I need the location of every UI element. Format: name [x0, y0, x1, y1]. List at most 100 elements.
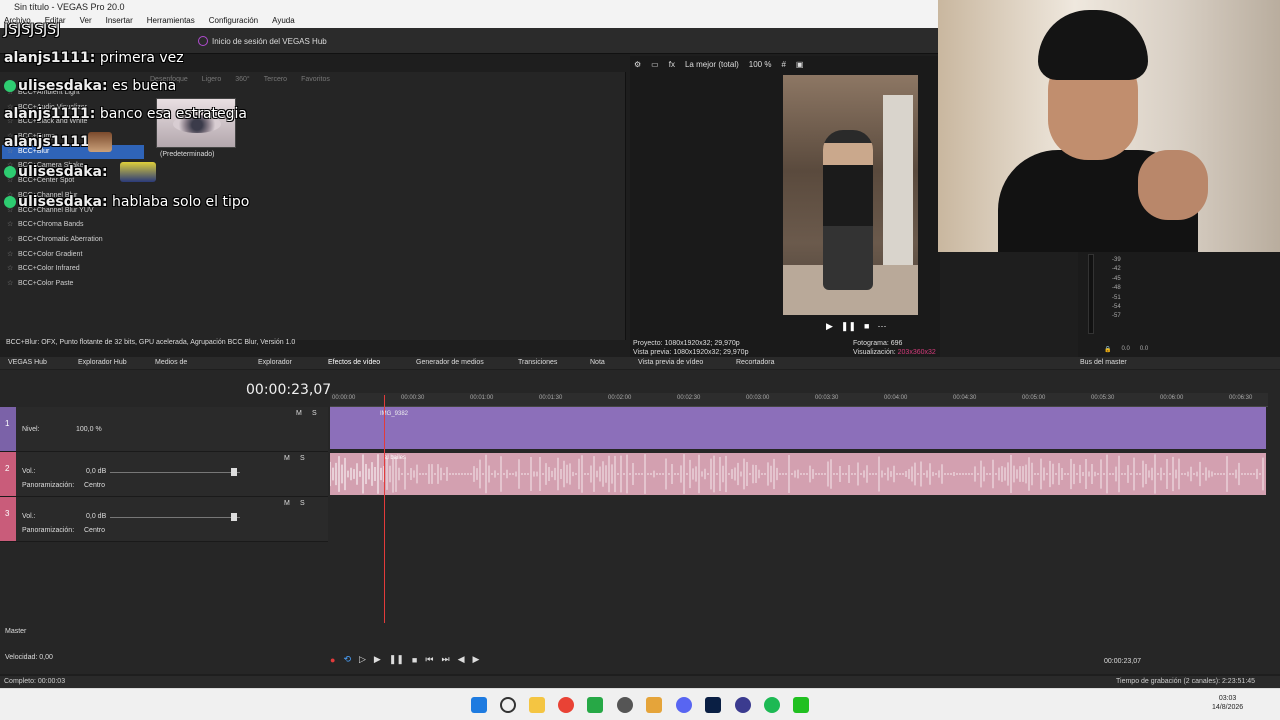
search-icon[interactable]	[500, 697, 516, 713]
effect-item[interactable]: BCC+Color Infrared	[2, 262, 144, 277]
playhead-cursor[interactable]	[384, 395, 385, 623]
preview-quality-dropdown[interactable]: La mejor (total)	[685, 60, 739, 69]
stop-icon[interactable]: ■	[412, 655, 417, 665]
capcut-icon[interactable]	[793, 697, 809, 713]
volume-knob[interactable]	[231, 468, 237, 476]
prev-frame-icon[interactable]: ◀	[458, 654, 465, 665]
tab-favoritos[interactable]: Favoritos	[301, 76, 330, 83]
tab-360[interactable]: 360°	[235, 76, 249, 83]
ruler-tick: 00:06:00	[1160, 395, 1184, 401]
preview-transport: ▶ ❚❚ ■ ⋯	[826, 321, 886, 332]
pan-label: Panoramización:	[22, 527, 75, 534]
video-event[interactable]	[330, 407, 1266, 449]
chrome-icon[interactable]	[558, 697, 574, 713]
tab-nota[interactable]: Nota	[582, 357, 630, 369]
photoshop-icon[interactable]	[705, 697, 721, 713]
discord-icon[interactable]	[676, 697, 692, 713]
tab-efectos-video[interactable]: Efectos de vídeo	[320, 357, 408, 369]
gear-icon[interactable]: ⚙	[634, 60, 641, 69]
app-icon[interactable]	[646, 697, 662, 713]
play-icon[interactable]: ▶	[374, 654, 381, 665]
grid-icon[interactable]: #	[781, 60, 785, 69]
audio-event[interactable]	[330, 453, 1266, 495]
mute-button[interactable]: M	[284, 500, 290, 507]
volume-slider[interactable]	[110, 517, 240, 518]
moderator-badge-icon	[4, 196, 16, 208]
scene-door	[883, 95, 913, 265]
solo-button[interactable]: S	[312, 410, 317, 417]
start-icon[interactable]	[471, 697, 487, 713]
level-value[interactable]: 100,0 %	[76, 426, 102, 433]
menu-ayuda[interactable]: Ayuda	[272, 14, 295, 28]
record-icon[interactable]: ●	[330, 655, 335, 665]
solo-button[interactable]: S	[300, 455, 305, 462]
video-frame	[783, 75, 918, 315]
mute-button[interactable]: M	[284, 455, 290, 462]
webcam-overlay	[938, 0, 1280, 252]
play-icon[interactable]: ▶	[826, 321, 833, 332]
track-header-video[interactable]: 1 Nivel: 100,0 % M S	[0, 407, 328, 452]
loop-icon[interactable]: ⟲	[343, 654, 351, 665]
menu-insertar[interactable]: Insertar	[106, 14, 133, 28]
clock-time: 03:03	[1218, 695, 1237, 702]
volume-knob[interactable]	[231, 513, 237, 521]
menu-herramientas[interactable]: Herramientas	[147, 14, 195, 28]
tab-vegas-hub[interactable]: VEGAS Hub	[0, 357, 70, 369]
play-from-start-icon[interactable]: ▷	[359, 654, 366, 665]
excel-icon[interactable]	[587, 697, 603, 713]
display-label: Visualización:	[853, 349, 896, 356]
pause-icon[interactable]: ❚❚	[389, 654, 404, 665]
file-explorer-icon[interactable]	[529, 697, 545, 713]
track-header-audio[interactable]: 2 Vol.: 0,0 dB Panoramización: Centro M …	[0, 452, 328, 497]
tab-explorador[interactable]: Explorador	[250, 357, 320, 369]
obs-icon[interactable]	[617, 697, 633, 713]
volume-slider[interactable]	[110, 472, 240, 473]
solo-button[interactable]: S	[300, 500, 305, 507]
hub-login-label: Inicio de sesión del VEGAS Hub	[212, 36, 327, 46]
spotify-icon[interactable]	[764, 697, 780, 713]
vegas-icon[interactable]	[735, 697, 751, 713]
menu-ver[interactable]: Ver	[80, 14, 92, 28]
pan-value: Centro	[84, 482, 106, 489]
clock-date: 14/8/2026	[1212, 704, 1244, 711]
tab-generador-medios[interactable]: Generador de medios	[408, 357, 510, 369]
chat-emote-image	[88, 132, 112, 152]
stop-icon[interactable]: ■	[864, 321, 869, 332]
chat-text: banco esa estrategia	[99, 106, 247, 122]
tab-vista-previa[interactable]: Vista previa de vídeo	[630, 357, 728, 369]
split-screen-icon[interactable]: ▭	[651, 60, 659, 69]
time-ruler[interactable]: 00:00:00 00:00:30 00:01:00 00:01:30 00:0…	[330, 393, 1268, 407]
more-icon[interactable]: ⋯	[877, 321, 886, 332]
track-number: 1	[0, 407, 16, 451]
tab-tercero[interactable]: Tercero	[264, 76, 287, 83]
menu-configuracion[interactable]: Configuración	[209, 14, 258, 28]
go-end-icon[interactable]: ⏭	[441, 654, 449, 665]
pause-icon[interactable]: ❚❚	[841, 321, 856, 332]
go-start-icon[interactable]: ⏮	[425, 654, 433, 665]
lock-icon[interactable]: 🔒	[1104, 346, 1111, 353]
tab-transiciones[interactable]: Transiciones	[510, 357, 582, 369]
effect-item[interactable]: BCC+Color Paste	[2, 277, 144, 292]
tab-medios-proyecto[interactable]: Medios de proyecto	[147, 357, 212, 378]
effect-item[interactable]: BCC+Chromatic Aberration	[2, 233, 144, 248]
tab-recortadora[interactable]: Recortadora	[728, 357, 1072, 369]
hub-login-button[interactable]: Inicio de sesión del VEGAS Hub	[198, 36, 327, 46]
next-frame-icon[interactable]: ▶	[473, 654, 480, 665]
effects-category-tabs: Desenfoque Ligero 360° Tercero Favoritos	[150, 76, 330, 83]
effect-item[interactable]: BCC+Chroma Bands	[2, 218, 144, 233]
track-header-audio[interactable]: 3 Vol.: 0,0 dB Panoramización: Centro M …	[0, 497, 328, 542]
track-number: 2	[0, 452, 16, 496]
chat-message: ulisesdaka:	[4, 164, 108, 180]
save-snapshot-icon[interactable]: ▣	[796, 60, 804, 69]
effect-info: BCC+Blur: OFX, Punto flotante de 32 bits…	[6, 339, 296, 346]
status-right: Tiempo de grabación (2 canales): 2:23:51…	[1116, 678, 1256, 685]
tab-bus-master[interactable]: Bus del master	[1072, 357, 1172, 369]
tab-ligero[interactable]: Ligero	[202, 76, 221, 83]
effect-item[interactable]: BCC+Color Gradient	[2, 248, 144, 263]
fx-icon[interactable]: fx	[669, 60, 675, 69]
window-title: Sin título - VEGAS Pro 20.0	[14, 2, 125, 12]
zoom-dropdown[interactable]: 100 %	[749, 60, 772, 69]
system-clock[interactable]: 03:03 14/8/2026	[1212, 694, 1243, 712]
audio-clip-name: el bailes	[384, 455, 407, 461]
mute-button[interactable]: M	[296, 410, 302, 417]
